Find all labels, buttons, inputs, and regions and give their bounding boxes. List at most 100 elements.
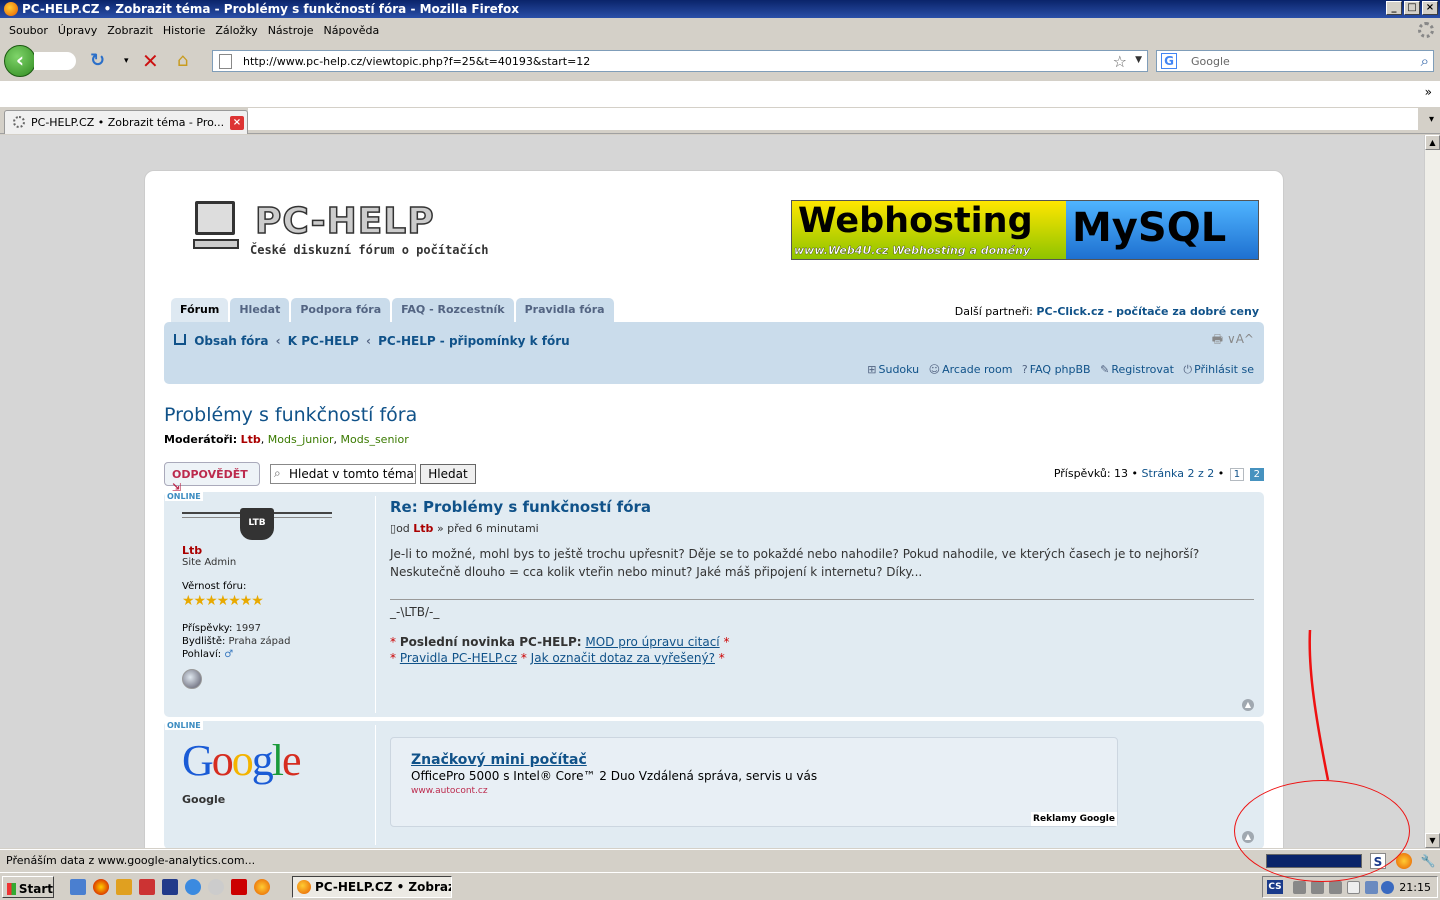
- topic-search-input[interactable]: ⌕ Hledat v tomto tématu: [270, 464, 416, 484]
- google-engine-icon[interactable]: G: [1161, 53, 1177, 69]
- post-meta-author[interactable]: Ltb: [413, 522, 433, 535]
- forward-button[interactable]: [34, 52, 76, 70]
- reply-button[interactable]: ODPOVĚDĚT ⇲: [164, 462, 260, 494]
- scroll-down-icon[interactable]: ▼: [1425, 833, 1440, 848]
- signature-rules-link[interactable]: Pravidla PC-HELP.cz: [400, 651, 517, 665]
- ad-title[interactable]: Značkový mini počítač: [411, 752, 587, 768]
- page-indicator[interactable]: Stránka 2 z 2: [1142, 467, 1215, 480]
- tab-support[interactable]: Podpora fóra: [291, 298, 391, 322]
- link-sudoku[interactable]: ⊞ Sudoku: [867, 363, 919, 376]
- tab-pc-help[interactable]: PC-HELP.CZ • Zobrazit téma - Pro... ×: [4, 110, 248, 134]
- tab-list-icon[interactable]: ▾: [1429, 114, 1434, 125]
- tray-icon[interactable]: [1311, 881, 1324, 894]
- home-icon[interactable]: ⌂: [177, 52, 188, 70]
- menu-bookmarks[interactable]: Záložky: [210, 24, 262, 37]
- ad-credit[interactable]: Reklamy Google: [1031, 812, 1117, 826]
- banner-web4u-url: www.Web4U.cz Webhosting a domény: [794, 244, 1031, 257]
- partner-link[interactable]: PC-Click.cz - počítače za dobré ceny: [1036, 305, 1259, 318]
- logo-name: PC-HELP: [254, 200, 435, 243]
- breadcrumb-index[interactable]: Obsah fóra: [194, 334, 268, 348]
- back-to-top-icon[interactable]: ▲: [1242, 699, 1254, 711]
- tray-icon[interactable]: [1329, 881, 1342, 894]
- link-arcade[interactable]: ☺ Arcade room: [929, 363, 1013, 376]
- close-button[interactable]: ×: [1422, 1, 1438, 15]
- post-author[interactable]: Ltb: [182, 544, 202, 557]
- maximize-button[interactable]: □: [1404, 1, 1420, 15]
- ie-icon[interactable]: [185, 879, 201, 895]
- language-indicator[interactable]: CS: [1267, 880, 1283, 894]
- network-icon[interactable]: [1365, 881, 1378, 894]
- ad-description: OfficePro 5000 s Intel® Core™ 2 Duo Vzdá…: [411, 769, 818, 783]
- menu-history[interactable]: Historie: [158, 24, 210, 37]
- mail-icon[interactable]: [1347, 881, 1360, 894]
- throbber-icon: [1418, 22, 1434, 38]
- tab-forum[interactable]: Fórum: [171, 298, 229, 322]
- quicklaunch-icon[interactable]: [116, 879, 132, 895]
- site-logo[interactable]: PC-HELP České diskuzní fórum o počítačíc…: [193, 200, 513, 261]
- search-input[interactable]: G Google ⌕: [1156, 50, 1434, 72]
- bookmarks-overflow-icon[interactable]: »: [1425, 85, 1432, 99]
- signature-news-link[interactable]: MOD pro úpravu citací: [585, 635, 719, 649]
- navigation-box: Obsah fóra ‹ K PC-HELP ‹ PC-HELP - připo…: [164, 322, 1264, 384]
- signature-solved-link[interactable]: Jak označit dotaz za vyřešený?: [531, 651, 715, 665]
- tab-rules[interactable]: Pravidla fóra: [515, 298, 614, 322]
- google-logo: Google: [182, 736, 301, 785]
- link-login[interactable]: ⏻ Přihlásit se: [1183, 363, 1254, 376]
- quicklaunch-icon[interactable]: [93, 879, 109, 895]
- firefox-quicklaunch-icon[interactable]: [254, 879, 270, 895]
- tray-icon[interactable]: [1293, 881, 1306, 894]
- menu-file[interactable]: Soubor: [4, 24, 53, 37]
- menu-help[interactable]: Nápověda: [319, 24, 385, 37]
- reload-icon[interactable]: ↻: [90, 52, 105, 70]
- start-button[interactable]: Start: [2, 876, 54, 898]
- acrobat-icon[interactable]: [231, 879, 247, 895]
- quicklaunch-icon[interactable]: [162, 879, 178, 895]
- ad-banner-web4u[interactable]: Webhosting www.Web4U.cz Webhosting a dom…: [791, 200, 1259, 260]
- user-post-count[interactable]: 1997: [236, 623, 261, 634]
- moderator-ltb[interactable]: Ltb: [241, 433, 261, 446]
- vertical-scrollbar[interactable]: ▲ ▼: [1424, 135, 1440, 848]
- website-globe-icon[interactable]: [182, 669, 202, 689]
- quicklaunch-icon[interactable]: [139, 879, 155, 895]
- url-dropdown-icon[interactable]: ▼: [1135, 55, 1142, 65]
- firefox-icon: [297, 880, 311, 894]
- taskbar-firefox-window[interactable]: PC-HELP.CZ • Zobrazit...: [292, 876, 452, 898]
- page-title[interactable]: Problémy s funkčností fóra: [164, 404, 417, 426]
- post-meta: ▯od Ltb » před 6 minutami: [390, 522, 539, 535]
- tab-close-icon[interactable]: ×: [230, 116, 244, 130]
- moderator-junior[interactable]: Mods_junior: [268, 433, 334, 446]
- tray-icon[interactable]: [1381, 881, 1394, 894]
- search-icon[interactable]: ⌕: [1421, 52, 1429, 70]
- back-button[interactable]: ‹: [4, 45, 36, 77]
- wrench-icon[interactable]: 🔧: [1420, 853, 1436, 869]
- url-bar[interactable]: http://www.pc-help.cz/viewtopic.php?f=25…: [212, 50, 1148, 72]
- tab-faq[interactable]: FAQ - Rozcestník: [392, 298, 514, 322]
- menu-edit[interactable]: Úpravy: [53, 24, 102, 37]
- breadcrumb: Obsah fóra ‹ K PC-HELP ‹ PC-HELP - připo…: [174, 334, 570, 348]
- menu-tools[interactable]: Nástroje: [263, 24, 319, 37]
- menu-view[interactable]: Zobrazit: [102, 24, 158, 37]
- minimize-button[interactable]: _: [1386, 1, 1402, 15]
- tab-search[interactable]: Hledat: [230, 298, 290, 322]
- google-ad[interactable]: Značkový mini počítač OfficePro 5000 s I…: [390, 737, 1118, 827]
- stop-icon[interactable]: ✕: [142, 51, 159, 71]
- bookmark-star-icon[interactable]: ☆: [1113, 52, 1127, 71]
- ad-url[interactable]: www.autocont.cz: [411, 786, 488, 796]
- quicklaunch-icon[interactable]: [70, 879, 86, 895]
- scroll-up-icon[interactable]: ▲: [1425, 135, 1440, 150]
- window-titlebar: PC-HELP.CZ • Zobrazit téma - Problémy s …: [0, 0, 1440, 18]
- moderators-label: Moderátoři:: [164, 433, 238, 446]
- post-title[interactable]: Re: Problémy s funkčností fóra: [390, 498, 1254, 516]
- breadcrumb-category[interactable]: K PC-HELP: [288, 334, 359, 348]
- page-1-link[interactable]: 1: [1229, 468, 1245, 481]
- annotation-circle: [1234, 780, 1410, 882]
- media-player-icon[interactable]: [208, 879, 224, 895]
- history-dropdown-icon[interactable]: ▾: [124, 52, 129, 70]
- topic-search-button[interactable]: Hledat: [420, 464, 476, 484]
- moderator-senior[interactable]: Mods_senior: [341, 433, 409, 446]
- breadcrumb-forum[interactable]: PC-HELP - připomínky k fóru: [378, 334, 570, 348]
- link-faq[interactable]: ? FAQ phpBB: [1022, 363, 1091, 376]
- link-register[interactable]: ✎ Registrovat: [1100, 363, 1174, 376]
- print-fontsize-icons[interactable]: 🖶 ∨A^: [1212, 330, 1254, 351]
- partners-label: Další partneři:: [954, 305, 1033, 318]
